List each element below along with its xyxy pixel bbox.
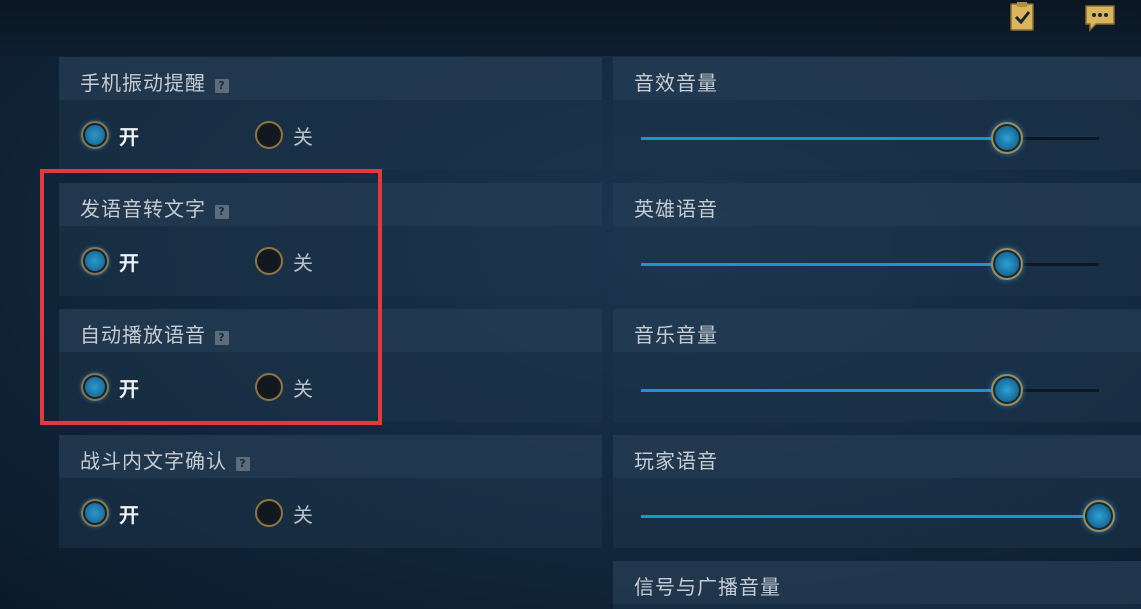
toggle-panel-vibration: 手机振动提醒? 开 关 [59,57,602,170]
panel-title: 战斗内文字确认? [80,445,250,474]
slider-panel-music-volume: 音乐音量 [613,309,1141,422]
slider-panel-sfx-volume: 音效音量 [613,57,1141,170]
radio-on[interactable]: 开 [81,120,139,150]
top-bar [0,0,1141,56]
panel-title: 手机振动提醒? [80,67,229,96]
slider-track[interactable] [641,248,1099,280]
radio-off[interactable]: 关 [255,120,313,150]
panel-title: 玩家语音 [634,449,718,473]
panel-title: 英雄语音 [634,197,718,221]
slider-fill [641,137,1008,140]
help-icon[interactable]: ? [236,457,250,471]
slider-fill [641,263,1008,266]
slider-knob[interactable] [991,248,1024,280]
radio-unselected-icon [255,499,283,527]
slider-track[interactable] [641,374,1099,406]
highlight-box [40,169,382,425]
slider-panel-signal-broadcast: 信号与广播音量 [613,561,1141,609]
radio-on[interactable]: 开 [81,498,139,528]
radio-unselected-icon [255,121,283,149]
slider-knob[interactable] [1083,500,1115,532]
slider-fill [641,389,1008,392]
slider-panel-player-voice: 玩家语音 [613,435,1141,548]
chat-bubble-icon[interactable] [1084,2,1116,32]
panel-title: 音效音量 [634,71,718,95]
panel-title: 信号与广播音量 [634,575,781,599]
slider-panel-hero-voice: 英雄语音 [613,183,1141,296]
toggle-panel-battle-text-confirm: 战斗内文字确认? 开 关 [59,435,602,548]
help-icon[interactable]: ? [215,79,229,93]
slider-knob[interactable] [991,122,1024,154]
slider-track[interactable] [641,122,1099,154]
slider-fill [641,515,1099,518]
radio-selected-icon [81,499,109,527]
slider-track[interactable] [641,500,1115,532]
slider-knob[interactable] [991,374,1024,406]
clipboard-check-icon[interactable] [1006,2,1038,32]
radio-selected-icon [81,121,109,149]
radio-off[interactable]: 关 [255,498,313,528]
panel-title: 音乐音量 [634,323,718,347]
